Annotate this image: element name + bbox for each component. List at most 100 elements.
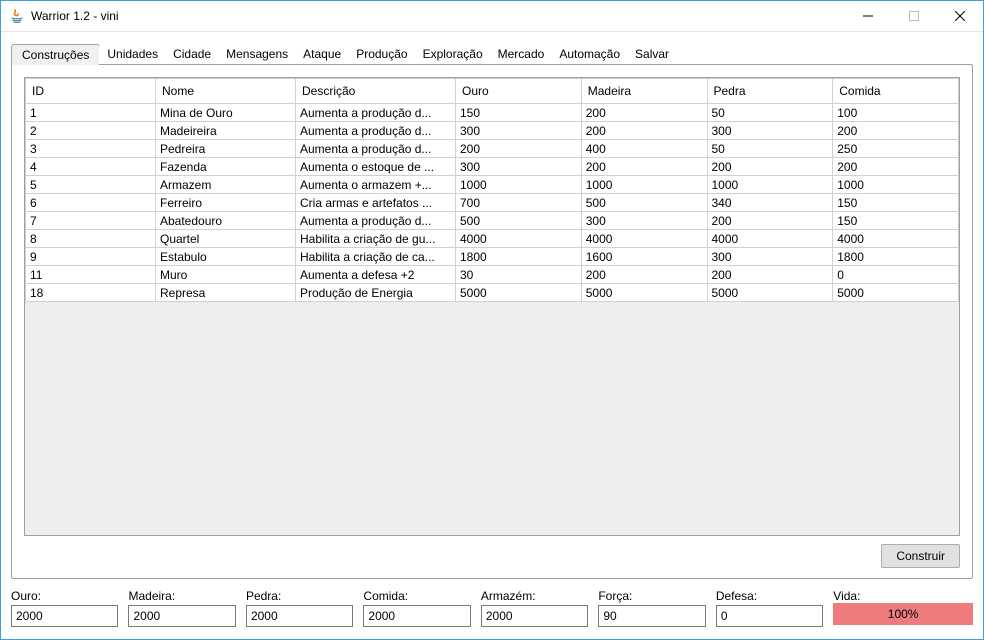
tab-exploracao[interactable]: Exploração [415, 44, 491, 64]
table-row[interactable]: 3PedreiraAumenta a produção d...20040050… [26, 140, 959, 158]
buildings-table[interactable]: ID Nome Descrição Ouro Madeira Pedra Com… [25, 78, 959, 302]
table-cell: 5000 [707, 284, 833, 302]
titlebar[interactable]: Warrior 1.2 - vini [1, 1, 983, 32]
tab-ataque[interactable]: Ataque [295, 44, 349, 64]
stat-madeira: Madeira: [128, 589, 235, 627]
table-cell: 200 [833, 122, 959, 140]
table-cell: 300 [581, 212, 707, 230]
table-cell: Aumenta a produção d... [296, 104, 456, 122]
table-cell: 100 [833, 104, 959, 122]
maximize-button[interactable] [891, 1, 937, 31]
table-cell: 50 [707, 104, 833, 122]
stat-armazem-value[interactable] [481, 605, 588, 627]
stat-pedra-label: Pedra: [246, 589, 353, 603]
table-cell: 700 [456, 194, 582, 212]
table-cell: 18 [26, 284, 156, 302]
tab-mercado[interactable]: Mercado [490, 44, 553, 64]
table-row[interactable]: 5ArmazemAumenta o armazem +...1000100010… [26, 176, 959, 194]
stat-pedra-value[interactable] [246, 605, 353, 627]
table-row[interactable]: 9EstabuloHabilita a criação de ca...1800… [26, 248, 959, 266]
table-cell: 200 [707, 266, 833, 284]
col-pedra[interactable]: Pedra [707, 79, 833, 104]
tab-producao[interactable]: Produção [348, 44, 415, 64]
tab-mensagens[interactable]: Mensagens [218, 44, 296, 64]
table-cell: 200 [581, 122, 707, 140]
col-comida[interactable]: Comida [833, 79, 959, 104]
table-cell: 30 [456, 266, 582, 284]
table-cell: 1000 [581, 176, 707, 194]
stat-madeira-value[interactable] [128, 605, 235, 627]
table-cell: 150 [833, 212, 959, 230]
table-cell: 300 [707, 248, 833, 266]
table-cell: 2 [26, 122, 156, 140]
stat-forca: Força: [598, 589, 705, 627]
stat-madeira-label: Madeira: [128, 589, 235, 603]
stat-defesa-value[interactable] [716, 605, 823, 627]
stat-defesa: Defesa: [716, 589, 823, 627]
table-cell: Aumenta a defesa +2 [296, 266, 456, 284]
table-row[interactable]: 8QuartelHabilita a criação de gu...40004… [26, 230, 959, 248]
tab-automacao[interactable]: Automação [551, 44, 628, 64]
table-row[interactable]: 11MuroAumenta a defesa +2302002000 [26, 266, 959, 284]
table-cell: Estabulo [156, 248, 296, 266]
table-cell: 6 [26, 194, 156, 212]
tab-cidade[interactable]: Cidade [165, 44, 219, 64]
table-cell: 150 [833, 194, 959, 212]
col-descricao[interactable]: Descrição [296, 79, 456, 104]
table-header-row: ID Nome Descrição Ouro Madeira Pedra Com… [26, 79, 959, 104]
stat-ouro: Ouro: [11, 589, 118, 627]
table-cell: 250 [833, 140, 959, 158]
stat-ouro-label: Ouro: [11, 589, 118, 603]
stat-pedra: Pedra: [246, 589, 353, 627]
stat-forca-label: Força: [598, 589, 705, 603]
app-window: Warrior 1.2 - vini Construções Unidades … [0, 0, 984, 640]
table-cell: 400 [581, 140, 707, 158]
stat-comida-value[interactable] [363, 605, 470, 627]
stat-forca-value[interactable] [598, 605, 705, 627]
table-cell: Armazem [156, 176, 296, 194]
table-cell: Fazenda [156, 158, 296, 176]
col-nome[interactable]: Nome [156, 79, 296, 104]
construir-button[interactable]: Construir [881, 544, 960, 568]
table-row[interactable]: 6FerreiroCria armas e artefatos ...70050… [26, 194, 959, 212]
table-cell: 200 [833, 158, 959, 176]
col-id[interactable]: ID [26, 79, 156, 104]
col-ouro[interactable]: Ouro [456, 79, 582, 104]
close-button[interactable] [937, 1, 983, 31]
table-cell: Madeireira [156, 122, 296, 140]
table-cell: Aumenta a produção d... [296, 140, 456, 158]
stat-defesa-label: Defesa: [716, 589, 823, 603]
tabpanel-construcoes: ID Nome Descrição Ouro Madeira Pedra Com… [11, 64, 973, 579]
table-cell: 9 [26, 248, 156, 266]
tab-salvar[interactable]: Salvar [627, 44, 677, 64]
col-madeira[interactable]: Madeira [581, 79, 707, 104]
minimize-button[interactable] [845, 1, 891, 31]
table-cell: 5000 [456, 284, 582, 302]
table-row[interactable]: 4FazendaAumenta o estoque de ...30020020… [26, 158, 959, 176]
table-cell: 3 [26, 140, 156, 158]
stat-vida: Vida: 100% [833, 589, 973, 627]
table-row[interactable]: 18RepresaProdução de Energia500050005000… [26, 284, 959, 302]
table-row[interactable]: 2MadeireiraAumenta a produção d...300200… [26, 122, 959, 140]
table-row[interactable]: 1Mina de OuroAumenta a produção d...1502… [26, 104, 959, 122]
tab-construcoes[interactable]: Construções [11, 44, 100, 65]
table-row[interactable]: 7AbatedouroAumenta a produção d...500300… [26, 212, 959, 230]
tab-unidades[interactable]: Unidades [99, 44, 166, 64]
table-cell: 5 [26, 176, 156, 194]
table-cell: Represa [156, 284, 296, 302]
table-cell: 300 [456, 122, 582, 140]
table-cell: Habilita a criação de ca... [296, 248, 456, 266]
status-bar: Ouro: Madeira: Pedra: Comida: Armazém: F… [11, 589, 973, 627]
table-cell: Aumenta a produção d... [296, 212, 456, 230]
table-cell: 7 [26, 212, 156, 230]
table-cell: 50 [707, 140, 833, 158]
stat-ouro-value[interactable] [11, 605, 118, 627]
stat-comida: Comida: [363, 589, 470, 627]
table-cell: 300 [707, 122, 833, 140]
java-icon [9, 8, 25, 24]
table-cell: 200 [581, 266, 707, 284]
table-cell: 8 [26, 230, 156, 248]
window-title: Warrior 1.2 - vini [31, 9, 119, 23]
table-cell: 4000 [581, 230, 707, 248]
table-cell: 4000 [833, 230, 959, 248]
